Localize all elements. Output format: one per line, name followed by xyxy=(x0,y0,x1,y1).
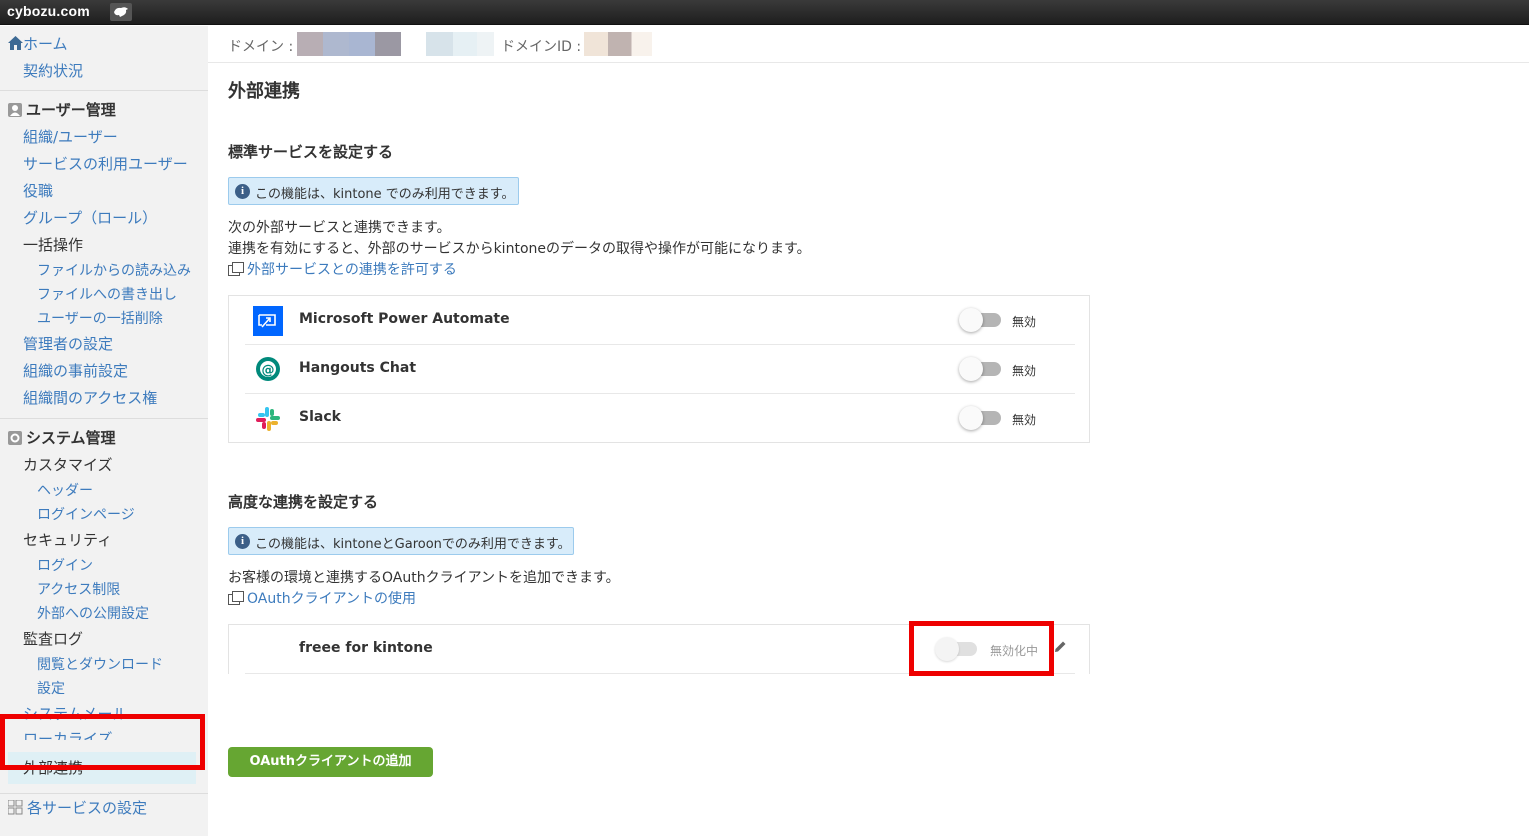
sidebar-item-audit-settings[interactable]: 設定 xyxy=(37,680,65,698)
sidebar-item-audit-log: 監査ログ xyxy=(23,630,84,648)
power-automate-toggle[interactable] xyxy=(959,308,1004,332)
info-text: この機能は、kintone でのみ利用できます。 xyxy=(255,187,515,202)
page-title: 外部連携 xyxy=(228,81,300,102)
cybozu-logo[interactable]: cybozu.com xyxy=(7,3,90,19)
sidebar-item-bulk: 一括操作 xyxy=(23,236,84,254)
sidebar-item-home[interactable]: ホーム xyxy=(8,35,68,53)
service-row: Microsoft Power Automate 無効 xyxy=(245,296,1075,345)
external-window-icon xyxy=(228,591,244,605)
allow-external-services-link[interactable]: 外部サービスとの連携を許可する xyxy=(228,259,457,279)
sidebar-item-access-limit[interactable]: アクセス制限 xyxy=(37,581,120,599)
info-box-advanced: i この機能は、kintoneとGaroonでのみ利用できます。 xyxy=(228,527,574,555)
oauth-client-row: freee for kintone 無効化中 xyxy=(245,625,1075,674)
sidebar-item-login-page[interactable]: ログインページ xyxy=(37,506,135,524)
grid-icon xyxy=(7,799,23,815)
toggle-status: 無効 xyxy=(1012,315,1037,329)
svg-text:@: @ xyxy=(262,363,275,378)
divider xyxy=(0,90,208,91)
sidebar-item-label: ホーム xyxy=(23,35,68,53)
sidebar-item-external-publish[interactable]: 外部への公開設定 xyxy=(37,605,149,623)
sidebar-item-services-settings[interactable]: 各サービスの設定 xyxy=(7,799,148,817)
toggle-status: 無効化中 xyxy=(990,644,1039,658)
redacted-domain-id xyxy=(584,32,652,56)
sidebar-item-groups[interactable]: グループ（ロール） xyxy=(23,209,157,227)
toggle-status: 無効 xyxy=(1012,364,1037,378)
freee-toggle[interactable] xyxy=(935,637,980,661)
sidebar-item-org-users[interactable]: 組織/ユーザー xyxy=(23,128,118,146)
top-bar: cybozu.com xyxy=(0,0,1529,25)
heading-label: ユーザー管理 xyxy=(26,101,116,119)
home-icon xyxy=(8,36,23,50)
hangouts-chat-icon: @ xyxy=(253,355,283,385)
sidebar-item-bulk-import[interactable]: ファイルからの読み込み xyxy=(37,262,191,280)
description-line: 連携を有効にすると、外部のサービスからkintoneのデータの取得や操作が可能に… xyxy=(228,241,811,257)
service-name: Slack xyxy=(299,409,341,425)
sidebar-item-audit-view[interactable]: 閲覧とダウンロード xyxy=(37,656,163,674)
standard-services-panel: Microsoft Power Automate 無効 @ Hangouts C… xyxy=(228,295,1090,443)
sidebar-item-external-link[interactable]: 外部連携 xyxy=(23,759,83,777)
sidebar-item-system-mail[interactable]: システムメール xyxy=(23,705,128,723)
heading-label: システム管理 xyxy=(26,429,116,447)
info-text: この機能は、kintoneとGaroonでのみ利用できます。 xyxy=(255,537,571,552)
sidebar-item-positions[interactable]: 役職 xyxy=(23,182,53,200)
sidebar-item-org-pre[interactable]: 組織の事前設定 xyxy=(23,362,128,380)
description-line: 次の外部サービスと連携できます。 xyxy=(228,220,451,236)
sidebar-item-label: 各サービスの設定 xyxy=(27,799,148,817)
oauth-clients-panel: freee for kintone 無効化中 xyxy=(228,624,1090,674)
user-icon xyxy=(8,103,22,117)
link-label: OAuthクライアントの使用 xyxy=(247,591,417,607)
domain-bar: ドメイン : ドメインID : xyxy=(208,26,1529,63)
sidebar-item-bulk-export[interactable]: ファイルへの書き出し xyxy=(37,286,177,304)
gear-icon xyxy=(8,431,22,445)
section-heading-advanced: 高度な連携を設定する xyxy=(228,493,379,511)
sidebar-item-security: セキュリティ xyxy=(23,531,113,549)
divider xyxy=(0,793,208,794)
sidebar-heading-system: システム管理 xyxy=(8,429,116,447)
sidebar-item-header[interactable]: ヘッダー xyxy=(37,482,93,500)
sidebar: ホーム 契約状況 ユーザー管理 組織/ユーザー サービスの利用ユーザー 役職 グ… xyxy=(0,26,208,836)
slack-toggle[interactable] xyxy=(959,406,1004,430)
section-heading-standard: 標準サービスを設定する xyxy=(228,143,394,161)
link-label: 外部サービスとの連携を許可する xyxy=(247,262,457,278)
redacted-domain xyxy=(297,32,401,56)
redacted-domain xyxy=(426,32,494,56)
sidebar-item-contract[interactable]: 契約状況 xyxy=(23,62,83,80)
sidebar-item-service-users[interactable]: サービスの利用ユーザー xyxy=(23,155,188,173)
sidebar-item-bulk-delete[interactable]: ユーザーの一括削除 xyxy=(37,310,163,328)
info-icon: i xyxy=(235,534,250,549)
client-name: freee for kintone xyxy=(299,640,433,656)
sidebar-item-localize[interactable]: ローカライズ xyxy=(23,730,113,740)
add-oauth-client-button[interactable]: OAuthクライアントの追加 xyxy=(228,747,433,777)
info-icon: i xyxy=(235,184,250,199)
external-window-icon xyxy=(228,262,244,276)
service-name: Hangouts Chat xyxy=(299,360,417,376)
service-name: Microsoft Power Automate xyxy=(299,311,510,327)
info-box-standard: i この機能は、kintone でのみ利用できます。 xyxy=(228,177,519,205)
domain-label: ドメイン : xyxy=(228,39,294,55)
oauth-client-usage-link[interactable]: OAuthクライアントの使用 xyxy=(228,588,416,608)
edit-pencil-icon[interactable] xyxy=(1053,640,1067,654)
sidebar-heading-user-mgmt: ユーザー管理 xyxy=(8,101,116,119)
hangouts-chat-toggle[interactable] xyxy=(959,357,1004,381)
service-row: @ Hangouts Chat 無効 xyxy=(245,345,1075,394)
sidebar-item-customize: カスタマイズ xyxy=(23,456,113,474)
domain-id-label: ドメインID : xyxy=(501,39,582,55)
service-row: Slack 無効 xyxy=(245,394,1075,443)
power-automate-icon xyxy=(253,306,283,336)
divider xyxy=(0,418,208,419)
cybozu-logo-icon[interactable] xyxy=(110,3,132,21)
description-line: お客様の環境と連携するOAuthクライアントを追加できます。 xyxy=(228,570,620,586)
sidebar-item-org-access[interactable]: 組織間のアクセス権 xyxy=(23,389,157,407)
sidebar-item-admins[interactable]: 管理者の設定 xyxy=(23,335,113,353)
sidebar-item-login[interactable]: ログイン xyxy=(37,557,93,575)
slack-icon xyxy=(253,404,283,434)
toggle-status: 無効 xyxy=(1012,413,1037,427)
